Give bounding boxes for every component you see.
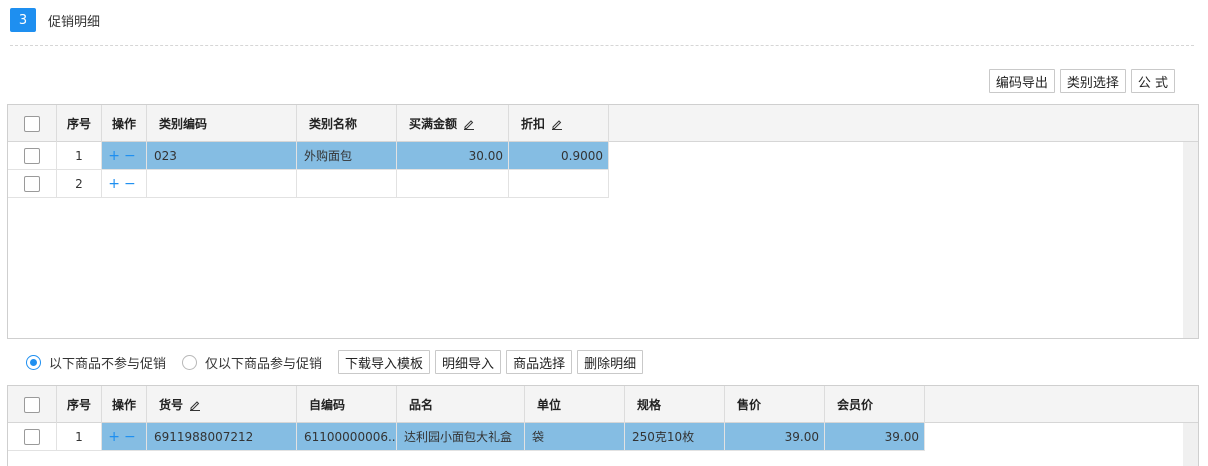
row-amount[interactable] — [397, 170, 509, 198]
header-category-name: 类别名称 — [297, 105, 397, 142]
header-price: 售价 — [725, 386, 825, 423]
select-category-button[interactable]: 类别选择 — [1059, 69, 1126, 93]
vertical-scrollbar[interactable] — [1183, 142, 1198, 338]
export-code-button[interactable]: 编码导出 — [988, 69, 1055, 93]
row-price[interactable]: 39.00 — [725, 423, 825, 451]
section-header: 3 促销明细 — [10, 8, 100, 32]
row-category-name[interactable] — [297, 170, 397, 198]
header-member-price: 会员价 — [825, 386, 925, 423]
header-goods-name: 品名 — [397, 386, 525, 423]
minus-icon[interactable]: − — [124, 176, 140, 192]
header-amount: 买满金额 — [397, 105, 509, 142]
promo-scope-bar: 以下商品不参与促销 仅以下商品参与促销 下载导入模板 明细导入 商品选择 删除明… — [26, 349, 648, 375]
vertical-scrollbar[interactable] — [1183, 423, 1198, 466]
row-checkbox-cell — [8, 142, 57, 170]
plus-icon[interactable]: + — [108, 148, 124, 164]
goods-table-header: 序号 操作 货号 自编码 品名 单位 规格 售价 会员价 — [8, 386, 1198, 423]
category-table: 序号 操作 类别编码 类别名称 买满金额 折扣 1 + − 023 外购面包 30… — [7, 104, 1199, 339]
header-amount-label: 买满金额 — [409, 117, 458, 131]
header-discount-label: 折扣 — [521, 117, 546, 131]
row-checkbox[interactable] — [24, 175, 40, 192]
radio-exclude-goods-label[interactable]: 以下商品不参与促销 — [49, 353, 166, 372]
row-category-code[interactable] — [147, 170, 297, 198]
row-category-code[interactable]: 023 — [147, 142, 297, 170]
header-unit: 单位 — [525, 386, 625, 423]
minus-icon[interactable]: − — [124, 429, 140, 445]
row-seq: 1 — [57, 423, 102, 451]
select-goods-button[interactable]: 商品选择 — [506, 350, 573, 374]
row-discount[interactable]: 0.9000 — [509, 142, 609, 170]
section-title: 促销明细 — [48, 14, 101, 30]
row-op: + − — [102, 423, 147, 451]
header-sku-label: 货号 — [159, 398, 184, 412]
radio-include-goods[interactable] — [182, 354, 198, 370]
radio-include-goods-label[interactable]: 仅以下商品参与促销 — [205, 353, 322, 372]
select-all-checkbox[interactable] — [24, 396, 40, 413]
goods-table: 序号 操作 货号 自编码 品名 单位 规格 售价 会员价 1 + − 691198… — [7, 385, 1199, 466]
header-sku: 货号 — [147, 386, 297, 423]
row-sku[interactable]: 6911988007212 — [147, 423, 297, 451]
plus-icon[interactable]: + — [108, 176, 124, 192]
category-toolbar: 编码导出 类别选择 公 式 — [988, 69, 1175, 93]
row-unit[interactable]: 袋 — [525, 423, 625, 451]
row-checkbox[interactable] — [24, 428, 40, 445]
plus-icon[interactable]: + — [108, 429, 124, 445]
row-discount[interactable] — [509, 170, 609, 198]
row-seq: 1 — [57, 142, 102, 170]
header-selfcode: 自编码 — [297, 386, 397, 423]
header-select-all — [8, 105, 57, 142]
row-selfcode[interactable]: 61100000006... — [297, 423, 397, 451]
header-seq: 序号 — [57, 386, 102, 423]
header-select-all — [8, 386, 57, 423]
delete-detail-button[interactable]: 删除明细 — [577, 350, 644, 374]
radio-exclude-goods[interactable] — [26, 354, 41, 370]
step-badge: 3 — [10, 8, 36, 32]
download-template-button[interactable]: 下载导入模板 — [338, 350, 431, 374]
header-discount: 折扣 — [509, 105, 609, 142]
row-category-name[interactable]: 外购面包 — [297, 142, 397, 170]
row-checkbox-cell — [8, 423, 57, 451]
minus-icon[interactable]: − — [124, 148, 140, 164]
select-all-checkbox[interactable] — [24, 115, 40, 132]
row-goods-name[interactable]: 达利园小面包大礼盒 — [397, 423, 525, 451]
row-checkbox-cell — [8, 170, 57, 198]
header-category-code: 类别编码 — [147, 105, 297, 142]
pencil-icon[interactable] — [463, 118, 475, 130]
row-op: + − — [102, 170, 147, 198]
header-op: 操作 — [102, 386, 147, 423]
row-op: + − — [102, 142, 147, 170]
row-seq: 2 — [57, 170, 102, 198]
category-table-header: 序号 操作 类别编码 类别名称 买满金额 折扣 — [8, 105, 1198, 142]
import-detail-button[interactable]: 明细导入 — [435, 350, 502, 374]
pencil-icon[interactable] — [551, 118, 563, 130]
row-checkbox[interactable] — [24, 147, 40, 164]
row-spec[interactable]: 250克10枚 — [625, 423, 725, 451]
row-amount[interactable]: 30.00 — [397, 142, 509, 170]
row-member-price[interactable]: 39.00 — [825, 423, 925, 451]
pencil-icon[interactable] — [189, 399, 201, 411]
formula-button[interactable]: 公 式 — [1130, 69, 1175, 93]
header-op: 操作 — [102, 105, 147, 142]
header-spec: 规格 — [625, 386, 725, 423]
divider — [10, 45, 1194, 46]
header-seq: 序号 — [57, 105, 102, 142]
